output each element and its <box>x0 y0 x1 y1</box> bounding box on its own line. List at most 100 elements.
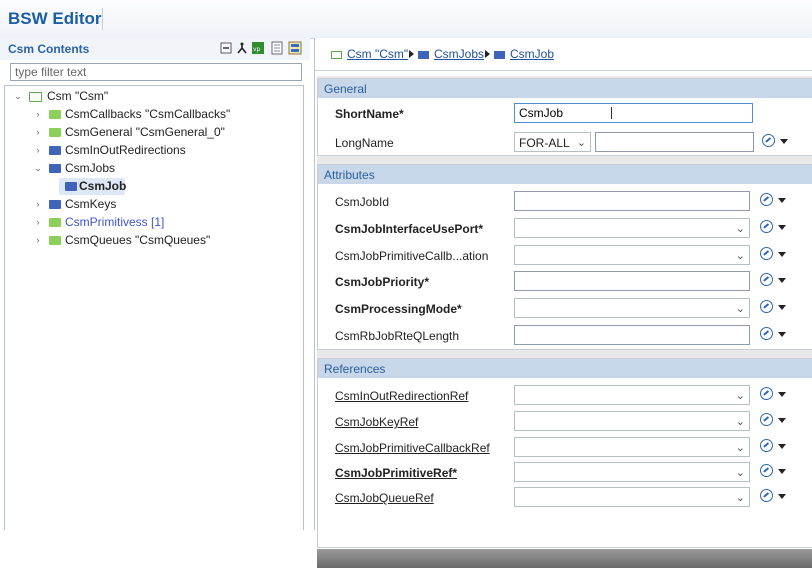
dropdown-arrow-icon[interactable] <box>780 139 788 144</box>
csmrbjobrteqlength-input[interactable] <box>514 325 750 345</box>
dropdown-arrow-icon[interactable] <box>778 418 786 423</box>
view-menu-icon[interactable] <box>288 41 302 55</box>
collapsed-arrow-icon[interactable]: › <box>33 106 43 123</box>
tree-node-csmkeys[interactable]: › CsmKeys <box>33 196 293 213</box>
module-icon <box>29 92 42 102</box>
tree-node-csmqueues[interactable]: › CsmQueues "CsmQueues" <box>33 232 293 249</box>
expand-arrow-icon[interactable]: ⌄ <box>13 88 23 105</box>
csmjobinterfaceuseport-select[interactable]: ⌄ <box>514 218 750 238</box>
expand-arrow-icon[interactable]: ⌄ <box>33 160 43 177</box>
dropdown-arrow-icon[interactable] <box>778 278 786 283</box>
link-icon[interactable] <box>235 41 249 55</box>
collapsed-arrow-icon[interactable]: › <box>33 232 43 249</box>
tree-node-csm[interactable]: ⌄ Csm "Csm" <box>13 88 293 105</box>
attributes-section-header[interactable]: Attributes <box>318 165 812 184</box>
folder-blue-icon <box>418 51 429 59</box>
list-icon[interactable] <box>270 41 284 55</box>
reference-label[interactable]: CsmJobKeyRef <box>335 415 418 429</box>
reset-value-icon[interactable] <box>760 439 773 452</box>
reference-label[interactable]: CsmInOutRedirectionRef <box>335 389 468 403</box>
reference-label[interactable]: CsmJobQueueRef <box>335 491 434 505</box>
chevron-down-icon: ⌄ <box>735 390 745 402</box>
tree-node-csmprimitivess[interactable]: › CsmPrimitivess [1] <box>33 214 293 231</box>
collapsed-arrow-icon[interactable]: › <box>33 124 43 141</box>
csmjobpriority-input[interactable] <box>514 271 750 291</box>
csmjobqueueref-select[interactable]: ⌄ <box>514 487 750 507</box>
tree-node-csminoutredirections[interactable]: › CsmInOutRedirections <box>33 142 293 159</box>
reset-value-icon[interactable] <box>760 247 773 260</box>
editor-panel: Csm "Csm" CsmJobs CsmJob General ShortNa… <box>314 38 812 568</box>
dropdown-arrow-icon[interactable] <box>778 392 786 397</box>
csminoutredirectionref-select[interactable]: ⌄ <box>514 385 750 405</box>
longname-input[interactable] <box>595 132 754 152</box>
csmjobid-input[interactable] <box>514 191 750 211</box>
dropdown-arrow-icon[interactable] <box>778 252 786 257</box>
general-section: General ShortName* LongName FOR-ALL ⌄ <box>317 78 812 156</box>
longname-language-select[interactable]: FOR-ALL ⌄ <box>514 132 591 152</box>
collapsed-arrow-icon[interactable]: › <box>33 196 43 213</box>
reset-value-icon[interactable] <box>760 300 773 313</box>
attribute-row: CsmJobPriority* <box>318 271 812 293</box>
dropdown-arrow-icon[interactable] <box>778 225 786 230</box>
reference-label[interactable]: CsmJobPrimitiveRef* <box>335 466 457 480</box>
folder-blue-icon <box>65 182 77 191</box>
csmjobkeyref-select[interactable]: ⌄ <box>514 411 750 431</box>
reset-value-icon[interactable] <box>760 489 773 502</box>
filter-input[interactable] <box>10 63 302 81</box>
tree-node-csmgeneral[interactable]: › CsmGeneral "CsmGeneral_0" <box>33 124 293 141</box>
chevron-down-icon: ⌄ <box>735 467 745 479</box>
reference-label[interactable]: CsmJobPrimitiveCallbackRef <box>335 441 490 455</box>
tree-node-csmcallbacks[interactable]: › CsmCallbacks "CsmCallbacks" <box>33 106 293 123</box>
csmjobprimitivecallbackref-select[interactable]: ⌄ <box>514 437 750 457</box>
tree-node-csmjob[interactable]: CsmJob <box>59 178 126 195</box>
folder-green-icon <box>49 236 61 245</box>
attribute-label: CsmRbJobRteQLength <box>335 329 460 343</box>
tree-node-csmjobs[interactable]: ⌄ CsmJobs <box>33 160 293 177</box>
breadcrumb-csm[interactable]: Csm "Csm" <box>347 47 408 61</box>
breadcrumb-csmjobs[interactable]: CsmJobs <box>434 47 484 61</box>
shortname-input[interactable] <box>514 103 753 123</box>
reset-value-icon[interactable] <box>760 220 773 233</box>
csmjobprimitivecallbackinvocation-select[interactable]: ⌄ <box>514 245 750 265</box>
reset-value-icon[interactable] <box>760 464 773 477</box>
csmjobprimitiveref-select[interactable]: ⌄ <box>514 462 750 482</box>
csmprocessingmode-select[interactable]: ⌄ <box>514 298 750 318</box>
dropdown-arrow-icon[interactable] <box>778 494 786 499</box>
breadcrumb-csmjob[interactable]: CsmJob <box>510 47 554 61</box>
reference-row: CsmJobQueueRef ⌄ <box>318 487 812 509</box>
tree-node-label: CsmCallbacks "CsmCallbacks" <box>65 107 231 121</box>
editor-title: BSW Editor <box>8 9 102 28</box>
dropdown-arrow-icon[interactable] <box>778 305 786 310</box>
chevron-down-icon: ⌄ <box>735 442 745 454</box>
reset-value-icon[interactable] <box>762 134 775 147</box>
collapse-all-icon[interactable] <box>219 41 233 55</box>
contents-title: Csm Contents <box>8 42 90 56</box>
collapsed-arrow-icon[interactable]: › <box>33 142 43 159</box>
validation-icon[interactable]: vp <box>251 41 265 55</box>
tree-node-label: CsmJobs <box>65 161 116 175</box>
reset-value-icon[interactable] <box>760 193 773 206</box>
chevron-down-icon: ⌄ <box>735 303 745 315</box>
folder-green-icon <box>49 110 61 119</box>
dropdown-arrow-icon[interactable] <box>778 444 786 449</box>
references-section-title: References <box>324 362 386 376</box>
dropdown-arrow-icon[interactable] <box>778 198 786 203</box>
references-section-header[interactable]: References <box>318 359 812 378</box>
folder-blue-icon <box>49 146 61 155</box>
attribute-row: CsmJobInterfaceUsePort* ⌄ <box>318 218 812 240</box>
attribute-row: CsmJobId <box>318 191 812 213</box>
attribute-row: CsmProcessingMode* ⌄ <box>318 298 812 320</box>
dropdown-arrow-icon[interactable] <box>778 469 786 474</box>
dropdown-arrow-icon[interactable] <box>778 332 786 337</box>
general-section-header[interactable]: General <box>318 79 812 98</box>
reset-value-icon[interactable] <box>760 327 773 340</box>
reset-value-icon[interactable] <box>760 387 773 400</box>
reset-value-icon[interactable] <box>760 413 773 426</box>
reset-value-icon[interactable] <box>760 273 773 286</box>
shortname-row: ShortName* <box>318 103 812 125</box>
attributes-section: Attributes CsmJobId CsmJobInterfaceUsePo… <box>317 164 812 350</box>
attribute-label: CsmProcessingMode* <box>335 302 462 316</box>
collapsed-arrow-icon[interactable]: › <box>33 214 43 231</box>
reference-row: CsmJobKeyRef ⌄ <box>318 411 812 433</box>
longname-label: LongName <box>335 136 394 150</box>
